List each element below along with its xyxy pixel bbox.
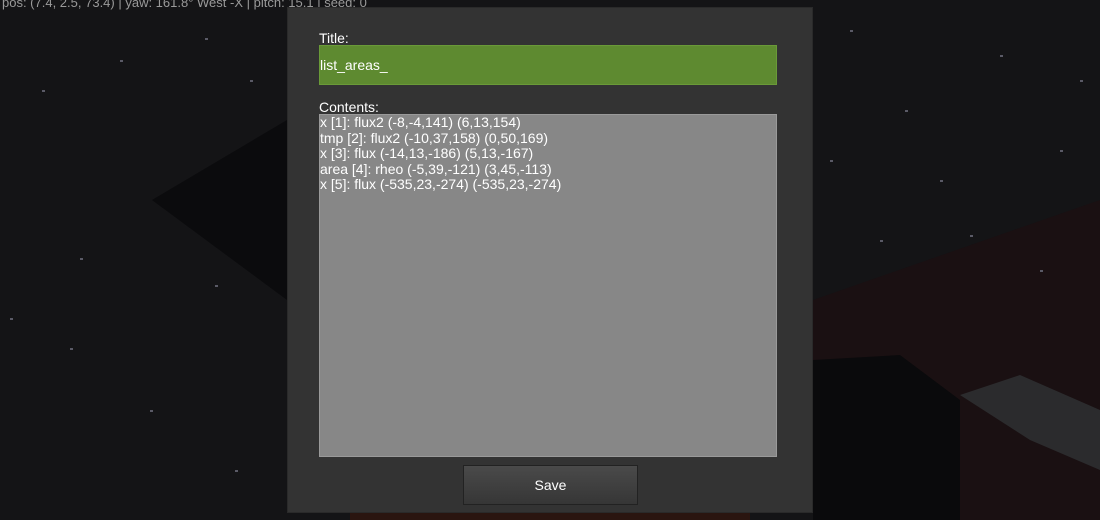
contents-line: x [5]: flux (-535,23,-274) (-535,23,-274…	[320, 176, 562, 192]
book-edit-dialog: Title: list_areas_ Contents: x [1]: flux…	[287, 7, 813, 513]
contents-label: Contents:	[319, 99, 379, 115]
contents-textarea[interactable]: x [1]: flux2 (-8,-4,141) (6,13,154) tmp …	[319, 114, 777, 457]
contents-line: tmp [2]: flux2 (-10,37,158) (0,50,169)	[320, 129, 549, 146]
title-label: Title:	[319, 30, 349, 46]
save-button[interactable]: Save	[463, 465, 638, 505]
contents-line: x [3]: flux (-14,13,-186) (5,13,-167)	[320, 145, 534, 161]
contents-line: area [4]: rheo (-5,39,-121) (3,45,-113)	[320, 160, 552, 177]
title-input[interactable]: list_areas_	[319, 45, 777, 85]
contents-line: x [1]: flux2 (-8,-4,141) (6,13,154)	[320, 114, 521, 130]
